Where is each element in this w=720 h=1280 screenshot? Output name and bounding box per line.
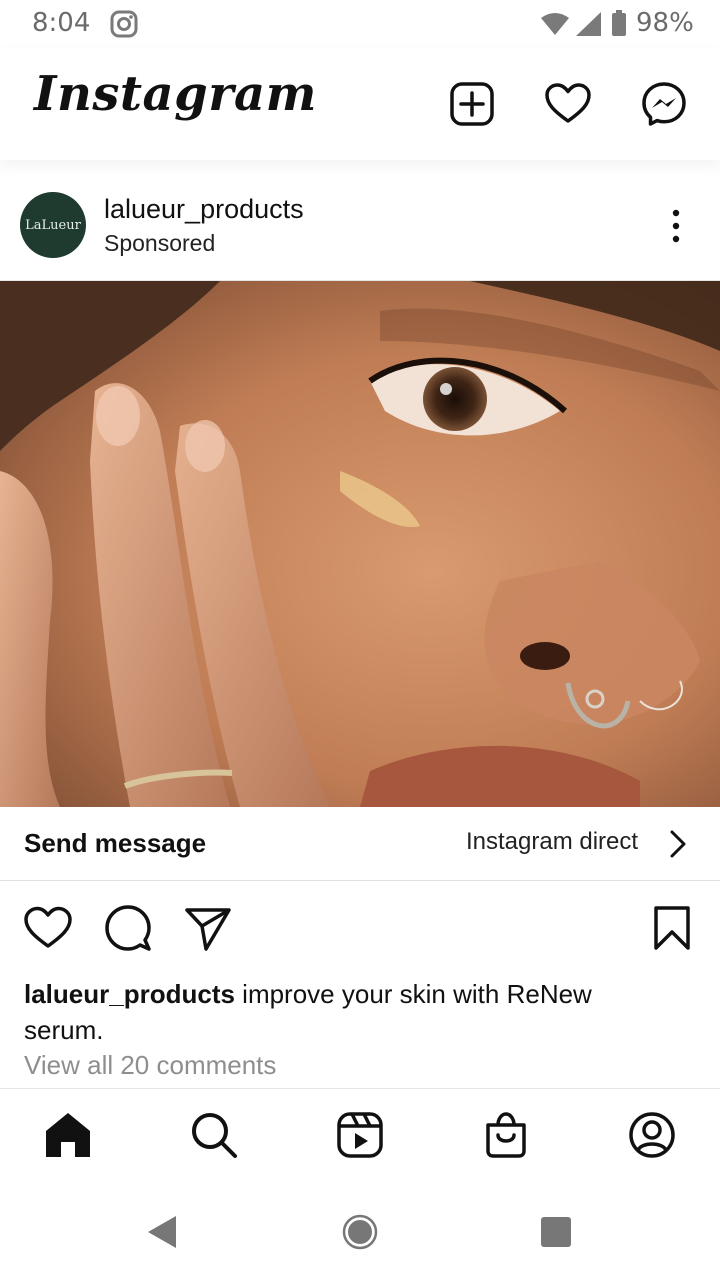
- post-caption: lalueur_products improve your skin with …: [24, 976, 644, 1048]
- post-header: LaLueur lalueur_products Sponsored: [0, 160, 720, 280]
- instagram-direct-link[interactable]: Instagram direct: [466, 828, 638, 856]
- post-username[interactable]: lalueur_products: [104, 194, 304, 225]
- wifi-icon: [541, 13, 569, 35]
- system-nav-bar: [0, 1184, 720, 1280]
- battery-percentage: 98%: [636, 8, 694, 38]
- battery-icon: [612, 10, 626, 36]
- new-post-icon[interactable]: [448, 80, 496, 128]
- back-icon[interactable]: [144, 1214, 180, 1250]
- home-system-icon[interactable]: [342, 1214, 378, 1250]
- search-icon[interactable]: [190, 1111, 238, 1159]
- app-header: Instagram: [0, 48, 720, 160]
- view-comments-link[interactable]: View all 20 comments: [24, 1050, 276, 1081]
- more-options-icon[interactable]: [666, 208, 686, 244]
- profile-icon[interactable]: [628, 1111, 676, 1159]
- status-time: 8:04: [32, 8, 91, 38]
- recents-icon[interactable]: [540, 1216, 572, 1248]
- instagram-notification-icon: [110, 10, 138, 38]
- reels-icon[interactable]: [336, 1111, 384, 1159]
- signal-icon: [576, 12, 601, 36]
- bottom-nav: [0, 1088, 720, 1185]
- avatar[interactable]: LaLueur: [20, 192, 86, 258]
- sponsored-label: Sponsored: [104, 230, 216, 256]
- home-icon[interactable]: [44, 1111, 92, 1159]
- status-bar: 8:04 98%: [0, 0, 720, 48]
- messenger-icon[interactable]: [640, 80, 688, 128]
- like-icon[interactable]: [24, 904, 72, 952]
- cta-bar[interactable]: Send message Instagram direct: [0, 806, 720, 881]
- bookmark-icon[interactable]: [648, 904, 696, 952]
- share-icon[interactable]: [184, 904, 232, 952]
- caption-username[interactable]: lalueur_products: [24, 979, 235, 1009]
- chevron-right-icon: [670, 830, 686, 858]
- comment-icon[interactable]: [104, 904, 152, 952]
- shop-icon[interactable]: [482, 1111, 530, 1159]
- send-message-button[interactable]: Send message: [24, 828, 206, 859]
- post-image[interactable]: [0, 280, 720, 807]
- instagram-logo[interactable]: Instagram: [34, 66, 317, 122]
- heart-icon[interactable]: [544, 80, 592, 128]
